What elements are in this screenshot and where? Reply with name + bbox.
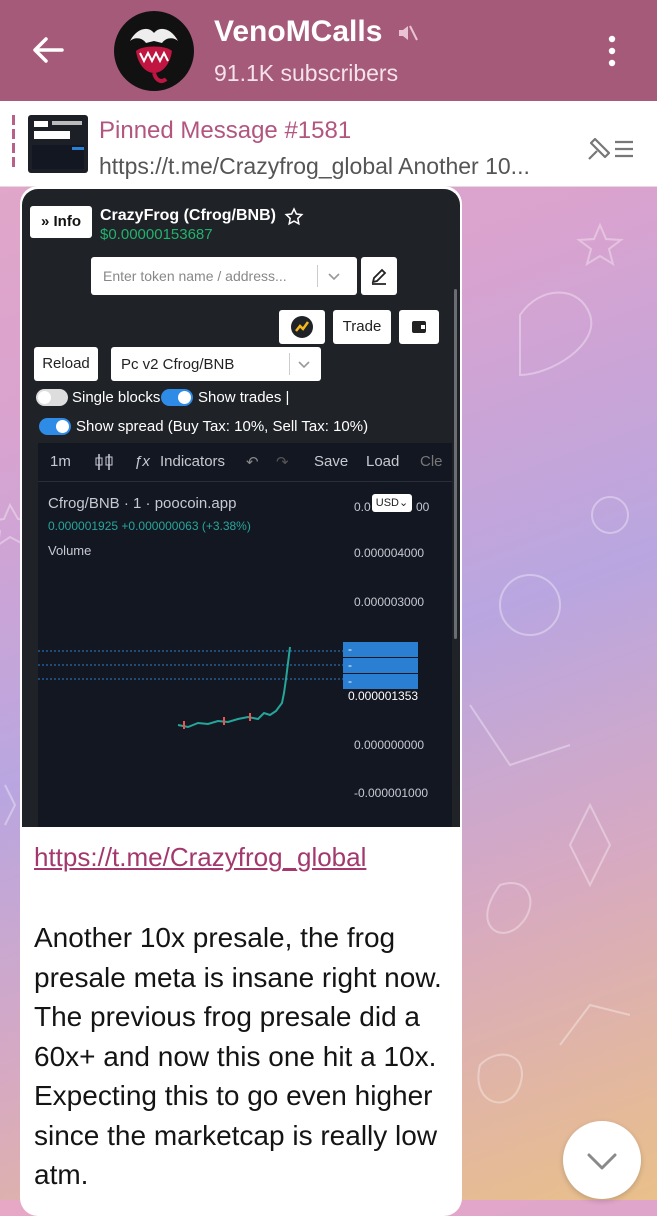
redo-icon: ↷	[276, 454, 289, 471]
pinned-title: Pinned Message #1581	[99, 117, 352, 144]
price-tag: - 0.000001353	[343, 674, 418, 703]
subscriber-count: 91.1K subscribers	[214, 60, 399, 86]
pinned-thumbnail	[28, 115, 88, 173]
axis-tick: 0.000004000	[354, 546, 425, 560]
edit-icon	[371, 268, 387, 285]
price-chart: 1m ƒx Indicators ↶ ↷ Save Load Cle Cfrog…	[38, 443, 452, 827]
chart-ohlc: 0.000001925 +0.000000063 (+3.38%)	[48, 519, 251, 533]
axis-tick: 0.000000000	[354, 738, 425, 752]
price-line	[38, 646, 348, 729]
message-text: Another 10x presale, the frog presale me…	[34, 922, 442, 1190]
chevron-down-icon	[587, 1153, 617, 1170]
more-options-icon[interactable]	[600, 33, 624, 69]
axis-tick: 0.000003000	[354, 595, 425, 609]
chart-symbol: Cfrog/BNB · 1 · poocoin.app	[48, 495, 237, 512]
message-image[interactable]: » Info CrazyFrog (Cfrog/BNB) $0.00000153…	[22, 189, 460, 827]
edit-button	[361, 257, 397, 295]
channel-avatar[interactable]	[114, 11, 194, 91]
axis-tick: -0.000001000	[354, 786, 429, 800]
chevron-down-icon	[298, 361, 310, 369]
pin-list-icon[interactable]	[583, 133, 635, 163]
wallet-button	[399, 310, 439, 344]
wallet-icon	[412, 321, 426, 333]
token-price: $0.00000153687	[100, 226, 213, 243]
fx-icon: ƒx	[134, 453, 150, 470]
indicators-label: Indicators	[160, 453, 226, 470]
star-icon	[284, 207, 304, 226]
back-arrow-icon[interactable]	[30, 32, 66, 68]
token-search-field: Enter token name / address...	[91, 257, 357, 295]
single-blocks-label: Single blocks	[72, 389, 161, 406]
show-trades-toggle	[161, 389, 193, 406]
load-label: Load	[366, 453, 400, 470]
axis-tick: 0.0	[354, 500, 371, 514]
currency-select: USD⌄	[372, 494, 412, 512]
chart-toolbar: 1m ƒx Indicators ↶ ↷ Save Load Cle	[38, 443, 452, 482]
muted-icon	[399, 25, 418, 41]
save-label: Save	[314, 453, 349, 470]
token-search-placeholder: Enter token name / address...	[103, 268, 287, 284]
price-tag: - 0.000001925	[343, 642, 418, 671]
axis-tick: 00	[416, 500, 430, 514]
pair-select: Pc v2 Cfrog/BNB	[111, 347, 321, 381]
candles-icon	[95, 454, 113, 470]
pinned-message-bar[interactable]: Pinned Message #1581 https://t.me/Crazyf…	[0, 101, 657, 187]
pinned-preview: https://t.me/Crazyfrog_global Another 10…	[99, 153, 530, 179]
show-spread-toggle	[39, 418, 71, 435]
venom-logo-icon	[130, 28, 178, 83]
scroll-down-button[interactable]	[563, 1121, 641, 1199]
price-tag: - 0.000001654	[343, 658, 418, 687]
trade-button: Trade	[333, 310, 391, 344]
chat-header: VenoMCalls 91.1K subscribers	[0, 0, 657, 101]
pair-select-value: Pc v2 Cfrog/BNB	[121, 356, 235, 373]
chart-button	[279, 310, 325, 344]
pinned-indicator	[12, 115, 15, 171]
undo-icon: ↶	[246, 454, 259, 471]
currency-label: USD	[375, 497, 399, 509]
volume-label: Volume	[48, 543, 92, 558]
chart-logo-icon	[291, 316, 313, 338]
chevron-down-icon	[328, 273, 340, 281]
channel-title[interactable]: VenoMCalls	[214, 15, 382, 49]
show-spread-label: Show spread (Buy Tax: 10%, Sell Tax: 10%…	[76, 418, 369, 435]
message-link[interactable]: https://t.me/Crazyfrog_global	[34, 842, 366, 873]
token-name: CrazyFrog (Cfrog/BNB)	[100, 207, 276, 224]
clear-label: Cle	[420, 453, 443, 470]
scrollbar	[454, 289, 457, 639]
info-button: » Info	[30, 206, 92, 238]
show-trades-label: Show trades |	[198, 389, 290, 406]
interval-label: 1m	[50, 453, 71, 470]
reload-button: Reload	[34, 347, 98, 381]
single-blocks-toggle	[36, 389, 68, 406]
